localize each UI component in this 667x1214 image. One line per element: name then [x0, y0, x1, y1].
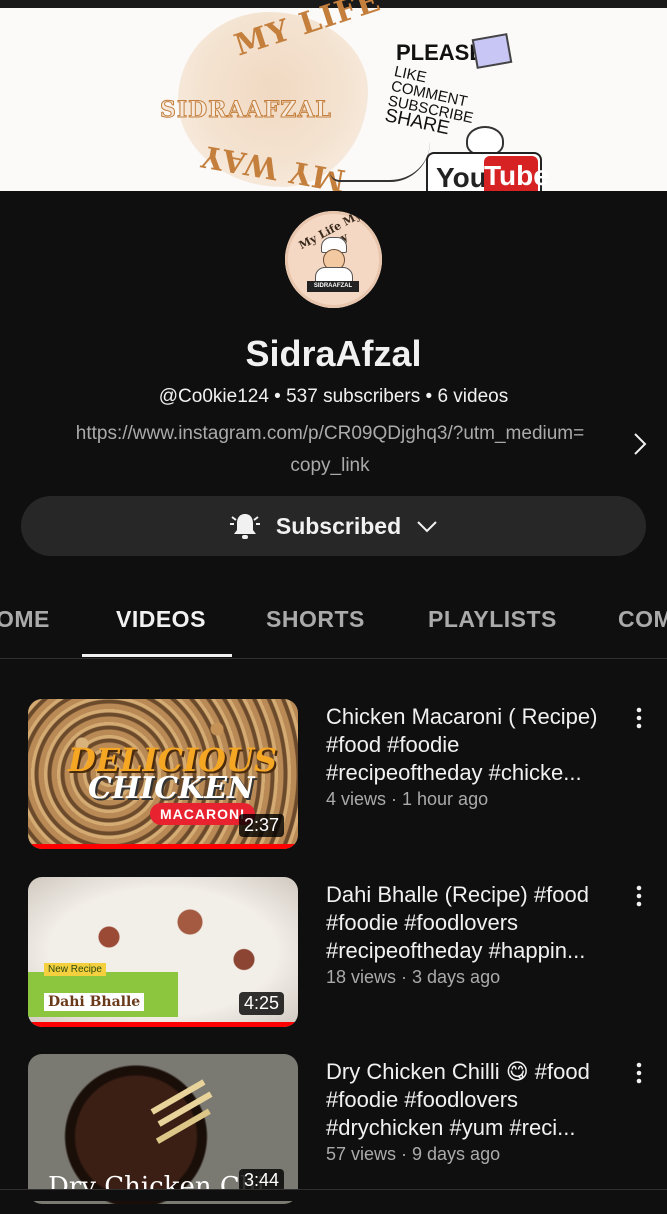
tab-videos[interactable]: VIDEOS [116, 606, 206, 633]
video-title[interactable]: Chicken Macaroni ( Recipe) #food #foodie… [326, 703, 616, 787]
channel-meta: @Co0kie124 • 537 subscribers • 6 videos [158, 386, 509, 407]
more-options-icon[interactable] [630, 705, 648, 731]
thumbnail-ginger [150, 1079, 206, 1115]
channel-link[interactable]: https://www.instagram.com/p/CR09QDjghq3/… [30, 418, 630, 482]
youtube-logo-you: You [436, 162, 487, 191]
tab-playlists[interactable]: PLAYLISTS [428, 606, 557, 633]
thumbnail-text: New Recipe [44, 963, 106, 976]
banner-please: PLEASE [396, 40, 485, 65]
channel-name: SidraAfzal [245, 333, 422, 374]
video-title[interactable]: Dry Chicken Chilli 😋 #food #foodie #food… [326, 1058, 616, 1142]
bottom-divider [0, 1189, 667, 1201]
youtube-logo: You Tube [426, 152, 549, 191]
chevron-down-icon [417, 521, 437, 533]
video-duration: 4:25 [238, 992, 284, 1015]
pencil-icon [471, 33, 513, 69]
video-item[interactable]: DELICIOUS CHICKEN MACARONI 2:37 Chicken … [0, 699, 667, 859]
subscribed-label: Subscribed [275, 512, 402, 539]
channel-banner: MY LIFE MY WAY SIDRAAFZAL PLEASE LIKE CO… [0, 0, 667, 191]
bell-icon [229, 514, 260, 539]
avatar-badge: SIDRAAFZAL [307, 281, 359, 292]
tab-active-indicator [82, 654, 232, 657]
channel-link-line: https://www.instagram.com/p/CR09QDjghq3/… [75, 423, 585, 444]
banner-actions: LIKE COMMENT SUBSCRIBE SHARE [383, 63, 481, 141]
video-title[interactable]: Dahi Bhalle (Recipe) #food #foodie #food… [326, 881, 616, 965]
video-item[interactable]: New Recipe Dahi Bhalle 4:25 Dahi Bhalle … [0, 877, 667, 1037]
thumbnail-text: CHICKEN [88, 771, 255, 806]
channel-link-line: copy_link [290, 455, 370, 476]
video-thumbnail[interactable]: New Recipe Dahi Bhalle 4:25 [28, 877, 298, 1027]
video-meta: 57 views · 9 days ago [326, 1144, 501, 1164]
video-thumbnail[interactable]: DELICIOUS CHICKEN MACARONI 2:37 [28, 699, 298, 849]
hand-drawing-icon [330, 140, 430, 182]
banner-brand: SIDRAAFZAL [160, 97, 332, 124]
more-options-icon[interactable] [630, 883, 648, 909]
youtube-logo-tube: Tube [484, 156, 549, 191]
video-thumbnail[interactable]: Dry Chicken Chi 3:44 [28, 1054, 298, 1204]
channel-tabs: OME VIDEOS SHORTS PLAYLISTS COM [0, 590, 667, 659]
tab-community[interactable]: COM [618, 606, 667, 633]
channel-avatar[interactable]: My Life My Way SIDRAAFZAL [285, 211, 382, 308]
thumbnail-text: Dahi Bhalle [44, 993, 145, 1011]
subscribed-button[interactable]: Subscribed [21, 496, 646, 556]
tab-home[interactable]: OME [0, 606, 50, 633]
watch-progress-bar [28, 844, 298, 849]
video-meta: 4 views · 1 hour ago [326, 789, 489, 809]
video-duration: 2:37 [238, 814, 284, 837]
chevron-right-icon[interactable] [628, 430, 652, 458]
more-options-icon[interactable] [630, 1060, 648, 1086]
tab-shorts[interactable]: SHORTS [266, 606, 365, 633]
video-meta: 18 views · 3 days ago [326, 967, 501, 987]
watch-progress-bar [28, 1022, 298, 1027]
